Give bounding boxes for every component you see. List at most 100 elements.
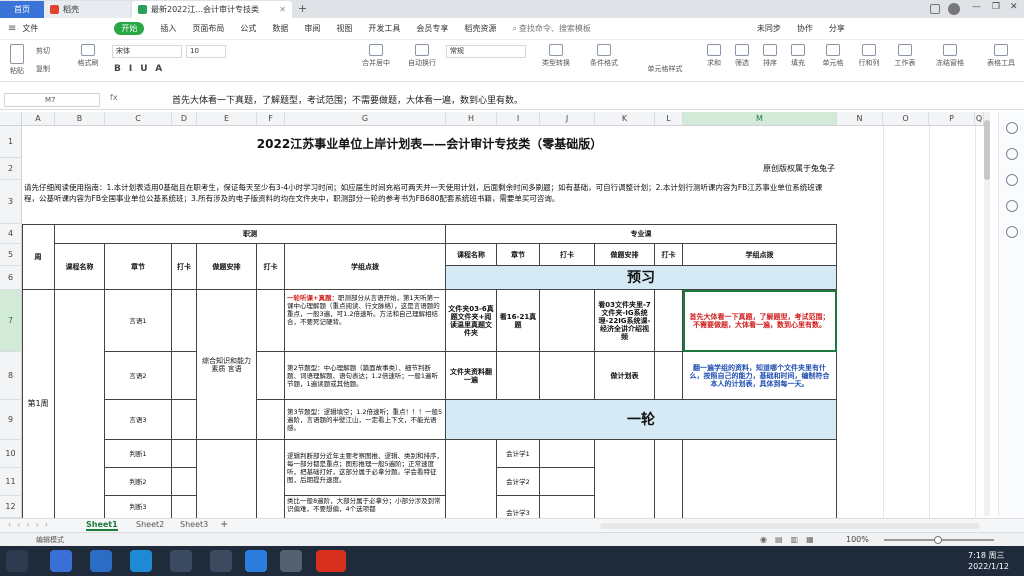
- command-search[interactable]: 查找命令、搜索模板: [519, 23, 591, 34]
- view-mode-icons[interactable]: ◉▤▥▦: [760, 535, 822, 544]
- header-course-zc[interactable]: 课程名称: [55, 244, 105, 290]
- font-select[interactable]: 宋体: [112, 45, 182, 58]
- course-zy-r7[interactable]: 文件夹03-6真题文件夹+阅读温里真题文件夹: [446, 290, 497, 352]
- round1-banner[interactable]: 一轮: [446, 400, 837, 440]
- sync-status[interactable]: 未同步: [757, 23, 781, 34]
- menu-review[interactable]: 审阅: [304, 23, 320, 34]
- usage-guide[interactable]: 请先仔细阅读使用指南：1.本计划表适用0基础且在职考生，保证每天至少有3-4小时…: [24, 182, 836, 224]
- header-points-zy[interactable]: 学组点拨: [683, 244, 837, 266]
- worksheet-button[interactable]: 工作表: [890, 44, 920, 68]
- paste-button[interactable]: 粘贴: [6, 44, 28, 76]
- header-check2-zy[interactable]: 打卡: [655, 244, 683, 266]
- col-header-a[interactable]: A: [22, 112, 55, 126]
- col-header-f[interactable]: F: [257, 112, 285, 126]
- row-header-1[interactable]: 1: [0, 126, 22, 158]
- formula-content[interactable]: 首先大体看一下真题，了解题型，考试范围；不需要做题，大体看一遍，数到心里有数。: [172, 93, 523, 106]
- table-tools-button[interactable]: 表格工具: [982, 44, 1020, 68]
- tab-daoke[interactable]: 稻壳: [44, 1, 130, 18]
- check2-zy-r8[interactable]: [655, 352, 683, 400]
- check2-r7[interactable]: [257, 290, 285, 352]
- col-header-g[interactable]: G: [285, 112, 446, 126]
- check-r9[interactable]: [172, 400, 197, 440]
- check-r8[interactable]: [172, 352, 197, 400]
- select-all-corner[interactable]: [0, 112, 22, 126]
- menu-hamburger-icon[interactable]: ≡: [8, 23, 16, 34]
- header-zhuanye[interactable]: 专业课: [446, 224, 837, 244]
- row-col-button[interactable]: 行和列: [854, 44, 884, 68]
- row-header-5[interactable]: 5: [0, 244, 22, 266]
- practice-zy-r7[interactable]: 看03文件夹里-7文件夹-IG系统理-22IG系统课-经济全讲介绍视频: [595, 290, 655, 352]
- menu-page-layout[interactable]: 页面布局: [192, 23, 224, 34]
- col-header-p[interactable]: P: [929, 112, 975, 126]
- chapter-r9[interactable]: 言语3: [105, 400, 172, 440]
- text-style-buttons[interactable]: BIUA: [114, 64, 170, 74]
- check2-zy-r7[interactable]: [655, 290, 683, 352]
- points-zy-r10[interactable]: [683, 440, 837, 518]
- header-chapter-zc[interactable]: 章节: [105, 244, 172, 290]
- zoom-slider-knob[interactable]: [934, 536, 942, 544]
- vertical-scrollbar[interactable]: [984, 112, 990, 516]
- taskbar-app-3-icon[interactable]: [130, 550, 152, 572]
- maximize-icon[interactable]: ❐: [992, 2, 1000, 12]
- points-r7[interactable]: 一轮听课+真题：职测部分从言语开始，第1天听第一课中心理解题（重点阅读、行文脉络…: [285, 290, 446, 352]
- check-zy-r10[interactable]: [540, 440, 595, 468]
- chapter-zy-r10[interactable]: 会计学1: [497, 440, 540, 468]
- name-box[interactable]: M7: [4, 93, 100, 107]
- points-zy-r8[interactable]: 翻一遍学组的资料，知道哪个文件夹里有什么，按照自己的能力，基础和时间，编制符合本…: [683, 352, 837, 400]
- check2-r10[interactable]: [257, 440, 285, 518]
- col-header-q[interactable]: Q: [975, 112, 984, 126]
- copy-button[interactable]: 复制: [36, 64, 50, 74]
- course-zy-r10[interactable]: [446, 440, 497, 518]
- col-header-n[interactable]: N: [837, 112, 883, 126]
- chapter-r8[interactable]: 言语2: [105, 352, 172, 400]
- taskbar-app-7-icon[interactable]: [280, 550, 302, 572]
- row-header-4[interactable]: 4: [0, 224, 22, 244]
- sheet-nav-arrows[interactable]: ‹‹‹››: [8, 520, 54, 529]
- col-header-o[interactable]: O: [883, 112, 929, 126]
- preview-banner[interactable]: 预习: [446, 266, 837, 290]
- type-convert-button[interactable]: 类型转换: [536, 44, 576, 68]
- share-button[interactable]: 分享: [829, 23, 845, 34]
- sort-button[interactable]: 排序: [758, 44, 782, 68]
- check-r12[interactable]: [172, 496, 197, 518]
- font-size-select[interactable]: 10: [186, 45, 226, 58]
- col-header-h[interactable]: H: [446, 112, 497, 126]
- fx-icon[interactable]: fx: [110, 93, 118, 102]
- menu-file[interactable]: 文件: [22, 23, 38, 34]
- row-header-8[interactable]: 8: [0, 352, 22, 400]
- new-tab-button[interactable]: +: [298, 2, 307, 15]
- fill-button[interactable]: 填充: [786, 44, 810, 68]
- practice-zy-r10[interactable]: [595, 440, 655, 518]
- col-header-k[interactable]: K: [595, 112, 655, 126]
- header-practice-zc[interactable]: 做题安排: [197, 244, 257, 290]
- clock-date[interactable]: 2022/1/12: [968, 562, 1009, 571]
- side-location-icon[interactable]: [1006, 226, 1018, 238]
- week-1-cell[interactable]: 第1周: [22, 290, 55, 518]
- sheet-tab-3[interactable]: Sheet3: [180, 520, 208, 529]
- chapter-zy-r12[interactable]: 会计学3: [497, 496, 540, 518]
- check-r10[interactable]: [172, 440, 197, 468]
- taskbar-app-5-icon[interactable]: [210, 550, 232, 572]
- points-zy-r7-selected[interactable]: 首先大体看一下真题，了解题型，考试范围；不需要做题，大体看一遍，数到心里有数。: [683, 290, 837, 352]
- menu-view[interactable]: 视图: [336, 23, 352, 34]
- sum-button[interactable]: 求和: [702, 44, 726, 68]
- side-help-icon[interactable]: [1006, 174, 1018, 186]
- check2-r9[interactable]: [257, 400, 285, 440]
- taskbar-app-2-icon[interactable]: [90, 550, 112, 572]
- col-header-i[interactable]: I: [497, 112, 540, 126]
- points-r9[interactable]: 第3节题型：逻辑填空；1.2倍速听；重点！！！一般5遍阶，言语题的半壁江山，一定…: [285, 400, 446, 440]
- scroll-thumb[interactable]: [984, 120, 990, 180]
- cell-style-button[interactable]: 单元格样式: [640, 64, 690, 74]
- col-header-l[interactable]: L: [655, 112, 683, 126]
- col-header-j[interactable]: J: [540, 112, 595, 126]
- row-header-10[interactable]: 10: [0, 440, 22, 468]
- check-zy-r12[interactable]: [540, 496, 595, 518]
- filter-button[interactable]: 筛选: [730, 44, 754, 68]
- header-course-zy[interactable]: 课程名称: [446, 244, 497, 266]
- side-select-icon[interactable]: [1006, 122, 1018, 134]
- points-r12[interactable]: 类比一般8遍阶，大部分属于必拿分；小部分涉及到常识偏难，不要想偏，4个选项都: [285, 496, 446, 518]
- chapter-r11[interactable]: 判断2: [105, 468, 172, 496]
- window-mode-icon[interactable]: [930, 4, 940, 14]
- sheet-tab-2[interactable]: Sheet2: [136, 520, 164, 529]
- header-check-zc[interactable]: 打卡: [172, 244, 197, 290]
